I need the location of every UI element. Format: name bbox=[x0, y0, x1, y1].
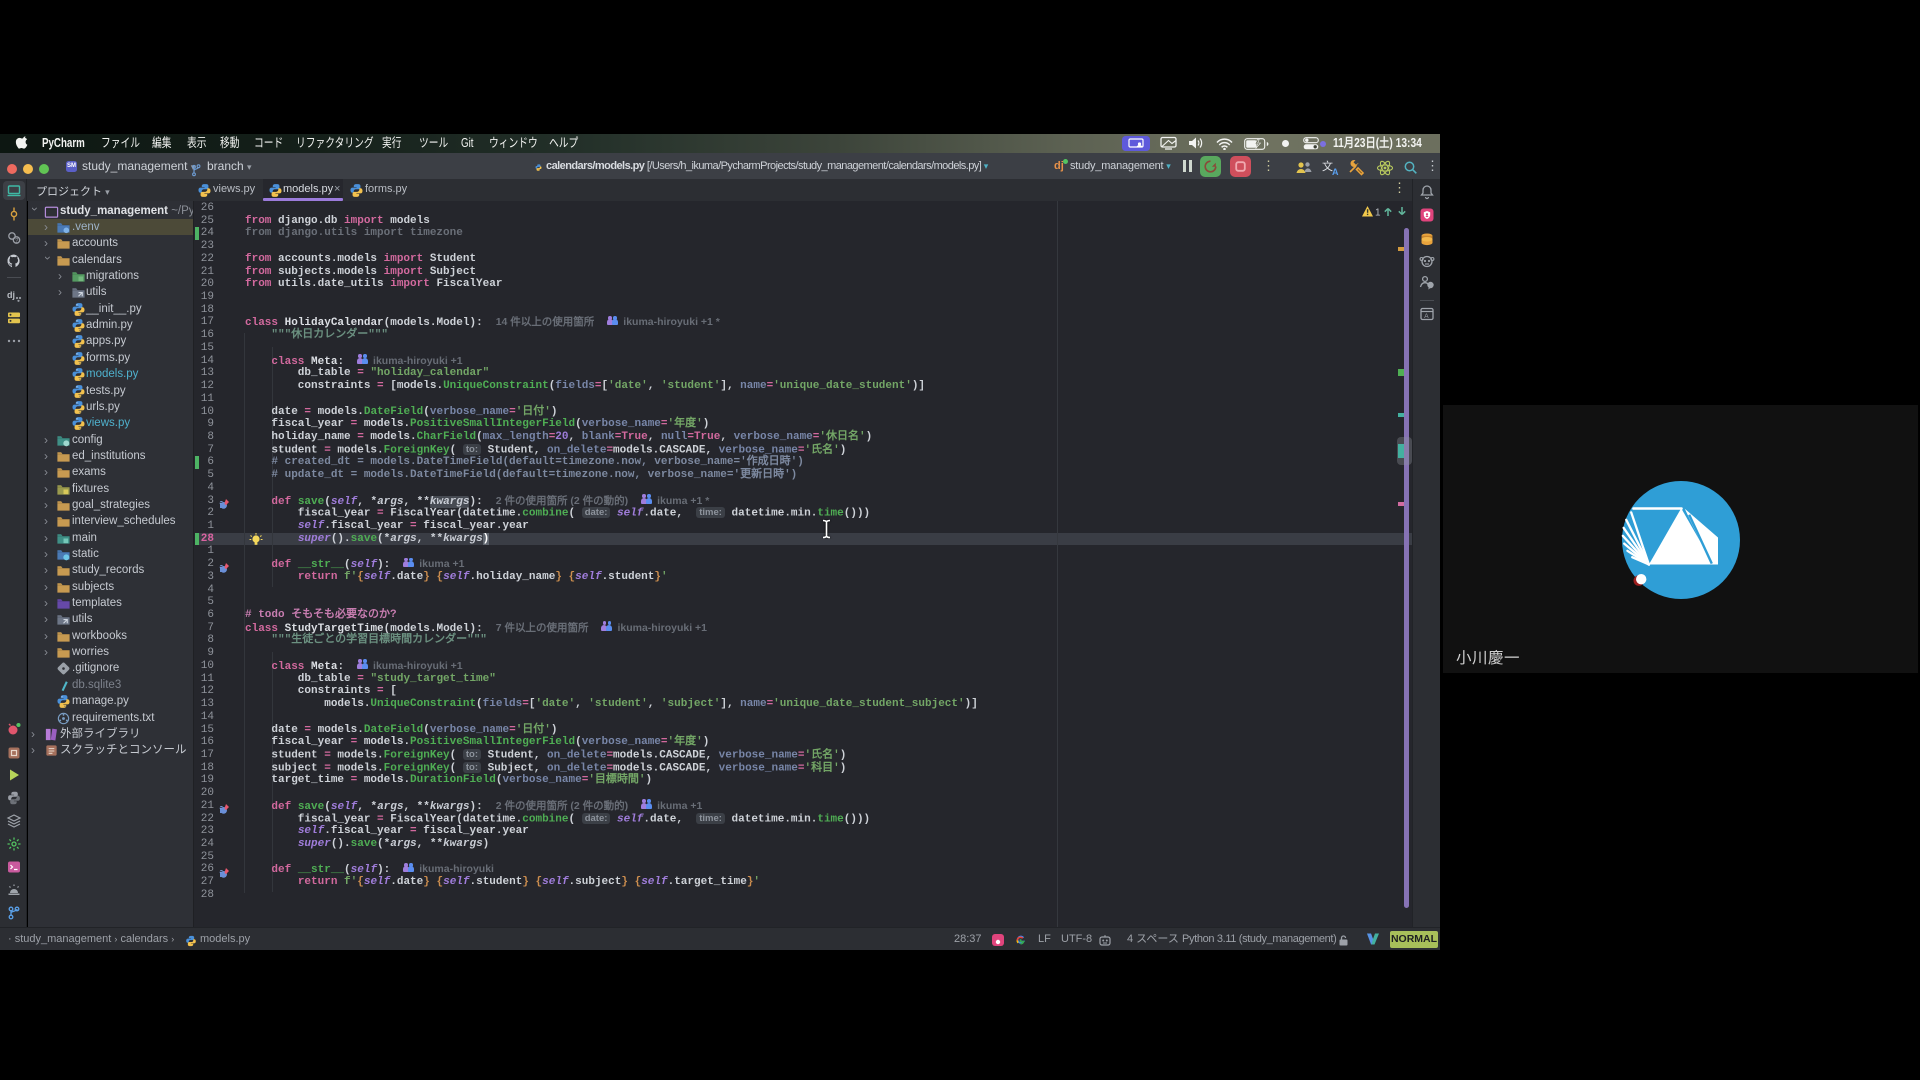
svg-text:A: A bbox=[1424, 313, 1429, 320]
svg-text:1: 1 bbox=[1375, 208, 1381, 219]
svg-text:A: A bbox=[1332, 167, 1339, 177]
